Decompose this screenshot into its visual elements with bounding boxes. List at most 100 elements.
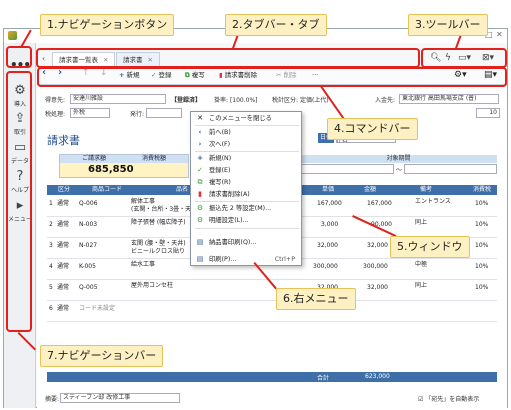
menu-divider: [195, 228, 299, 229]
tax-info: 税計区分: 定価(上代): [272, 95, 329, 104]
column-header: 商品コード: [92, 186, 123, 193]
row-tax: 10%: [475, 284, 489, 291]
row-code: K-005: [79, 263, 96, 270]
row-name: 給水工事: [131, 261, 156, 268]
highlight-tabbar: [36, 48, 420, 68]
printer-icon: ▤: [196, 255, 204, 263]
menu-item-transfer-settings[interactable]: ⚙ 振込先 2 等設定(M)...: [195, 203, 299, 214]
trash-icon: ▮: [198, 190, 202, 198]
row-code: N-027: [79, 242, 98, 249]
row-price: 167,000: [317, 200, 342, 207]
highlight-nav-bar: [6, 71, 32, 332]
row-number: 1: [49, 200, 53, 207]
table-row[interactable]: 6 通常 コード未設定: [47, 301, 497, 322]
menu-item-new[interactable]: + 新規(N): [195, 153, 299, 164]
highlight-command-bar: [37, 67, 507, 87]
total-row: 合計 623,000: [47, 372, 497, 382]
menu-item-delete-invoice[interactable]: ▮ 請求書削除(A): [195, 189, 299, 200]
menu-item-copy[interactable]: ⧉ 複写(R): [195, 177, 299, 188]
menu-item-close[interactable]: ✕ このメニューを閉じる: [195, 113, 299, 124]
menu-item-label: 振込先 2 等設定(M)...: [209, 205, 272, 212]
printer-icon: ▤: [196, 238, 204, 246]
menu-item-label: 印刷(P)...: [209, 256, 237, 263]
annotation-nav-bar: 7.ナビゲーションバー: [40, 345, 164, 367]
annotation-right-menu: 6.右メニュー: [276, 288, 356, 310]
highlight-toolbar: [421, 48, 507, 68]
column-header: 備考: [420, 186, 433, 193]
menu-item-label: 次へ(F): [209, 141, 231, 148]
deposit-select[interactable]: 東北銀行 高田馬場支店 (普): [399, 94, 499, 104]
invoice-amount: 685,850: [88, 164, 134, 175]
row-tax: 10%: [475, 242, 489, 249]
document-number-field[interactable]: 10: [476, 108, 500, 118]
row-number: 3: [49, 242, 53, 249]
check-icon: ✓: [197, 166, 203, 174]
row-note: 同上: [415, 219, 428, 226]
menu-item-print[interactable]: ▤ 印刷(P)... Ctrl+P: [195, 254, 299, 265]
menu-item-label: 納品書印刷(Q)...: [209, 239, 257, 246]
next-icon: ›: [198, 140, 202, 148]
row-number: 4: [49, 263, 53, 270]
period-end-field[interactable]: [404, 164, 497, 174]
row-subname: ビニールクロス貼り: [131, 248, 186, 255]
rate-info: 掛率: [100.0%]: [214, 95, 258, 104]
row-subname: (玄関・台所・3畳・天井: [131, 206, 198, 213]
remark-field[interactable]: スティーブン邸 改修工事: [60, 393, 180, 403]
registered-badge: 【登録済】: [171, 97, 202, 104]
row-kind: 通常: [57, 200, 70, 207]
menu-divider: [195, 151, 299, 152]
app-logo-icon: [8, 31, 17, 40]
checkbox-label: 「宛先」を自動表示: [425, 396, 480, 403]
annotation-window: 5.ウィンドウ: [390, 236, 470, 258]
row-tax: 10%: [475, 221, 489, 228]
customer-field[interactable]: 安達川雑設: [70, 94, 166, 104]
row-code: N-003: [79, 221, 98, 228]
auto-address-checkbox[interactable]: ☑ 「宛先」を自動表示: [418, 394, 479, 403]
menu-shortcut: Ctrl+P: [274, 256, 295, 263]
issue-select[interactable]: [146, 108, 182, 118]
row-kind: 通常: [57, 242, 70, 249]
menu-item-register[interactable]: ✓ 登録(E): [195, 165, 299, 176]
row-number: 6: [49, 305, 53, 312]
row-amount: 32,000: [367, 242, 388, 249]
total-label: 合計: [317, 375, 330, 382]
issue-label: 発行:: [130, 111, 145, 118]
prev-icon: ‹: [198, 128, 202, 136]
settings-icon: ⚙: [196, 216, 204, 224]
menu-item-delivery-print[interactable]: ▤ 納品書印刷(Q)...: [195, 237, 299, 248]
row-tax: 10%: [475, 263, 489, 270]
row-price: 3,000: [321, 221, 339, 228]
rate-value: [100.0%]: [229, 97, 258, 104]
row-kind: 通常: [57, 284, 70, 291]
row-number: 2: [49, 221, 53, 228]
column-header: 区分: [58, 186, 71, 193]
period-separator: 〜: [396, 167, 403, 174]
row-name: 屋外用コンセ柱: [131, 282, 174, 289]
menu-divider: [195, 125, 299, 126]
tax-type-label: 税処理:: [45, 111, 66, 118]
row-note: 同上: [415, 282, 428, 289]
column-header: 単価: [322, 186, 335, 193]
remark-label: 摘要:: [45, 396, 60, 403]
menu-item-prev[interactable]: ‹ 前へ(B): [195, 127, 299, 138]
tax-label: 税計区分:: [272, 97, 299, 104]
highlight-nav-button: [6, 46, 32, 68]
row-price: 300,000: [313, 263, 338, 270]
summary-values: 685,850: [60, 163, 188, 177]
total-value: 623,000: [365, 373, 390, 380]
tax-type-select[interactable]: 外税: [70, 108, 110, 118]
menu-divider: [195, 201, 299, 202]
row-code: コード未設定: [79, 305, 116, 312]
menu-item-detail-settings[interactable]: ⚙ 明細設定(L)...: [195, 215, 299, 226]
amount-label: ご請求額: [82, 155, 107, 162]
menu-item-label: 請求書削除(A): [209, 191, 250, 198]
tax-amount-label: 消費税額: [142, 155, 167, 162]
annotation-tabbar: 2.タブバー・タブ: [225, 14, 327, 36]
period-start-field[interactable]: [300, 164, 394, 174]
row-code: Q-005: [79, 284, 98, 291]
close-window-icon[interactable]: ✕: [496, 30, 503, 39]
row-name: 玄関 (腰・壁・天井): [131, 240, 186, 247]
menu-item-next[interactable]: › 次へ(F): [195, 139, 299, 150]
row-note: 中極: [415, 261, 428, 268]
copy-icon: ⧉: [197, 178, 203, 186]
